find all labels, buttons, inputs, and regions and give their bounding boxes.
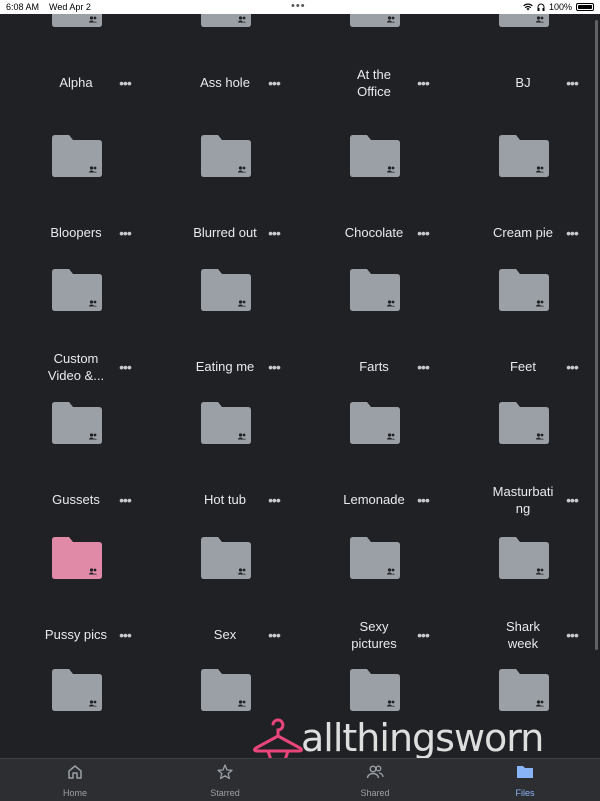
folder-item[interactable]: Lemonade ••• [298,401,447,534]
nav-starred[interactable]: Starred [185,763,265,798]
star-icon [217,764,233,780]
scrollbar[interactable] [595,20,598,650]
shared-folder-icon[interactable] [199,668,252,711]
shared-folder-icon[interactable] [50,134,103,177]
folder-item[interactable]: Hot tub ••• [149,401,298,534]
status-time: 6:08 AM [6,2,40,12]
folder-item[interactable]: Chocolate ••• [298,134,447,267]
folder-item[interactable]: Custom Video &... ••• [0,268,149,401]
folder-item[interactable]: Gussets ••• [0,401,149,534]
more-options-icon[interactable]: ••• [264,628,284,642]
folder-item[interactable]: Alpha ••• [0,0,149,117]
folder-item[interactable]: Pussy pics ••• [0,536,149,669]
more-options-icon[interactable]: ••• [413,76,433,90]
folder-item[interactable]: BJ ••• [447,0,596,117]
shared-folder-icon[interactable] [497,401,550,444]
folder-grid: Alpha ••• Ass hole ••• At the Office ••• BJ •••… [0,0,600,758]
shared-folder-icon[interactable] [199,536,252,579]
more-options-icon[interactable]: ••• [562,493,582,507]
shared-folder-icon[interactable] [199,134,252,177]
more-options-icon[interactable]: ••• [562,360,582,374]
folder-item[interactable]: Masturbati ng ••• [447,401,596,534]
folder-item[interactable]: Ass hole ••• [149,0,298,117]
nav-home-label: Home [62,788,87,798]
headphones-icon [537,3,545,11]
folder-item[interactable]: Farts ••• [298,268,447,401]
nav-files[interactable]: Files [485,763,565,798]
shared-folder-icon[interactable] [199,268,252,311]
shared-folder-icon[interactable] [348,268,401,311]
folder-item[interactable]: Sex ••• [149,536,298,669]
shared-folder-icon[interactable] [497,268,550,311]
folder-item[interactable]: At the Office ••• [298,0,447,117]
folder-item[interactable]: Sexy pictures ••• [298,536,447,669]
folder-item[interactable]: Bloopers ••• [0,134,149,267]
more-options-icon[interactable]: ••• [413,226,433,240]
folder-icon [517,766,533,778]
more-options-icon[interactable]: ••• [264,493,284,507]
shared-folder-icon[interactable] [348,134,401,177]
more-options-icon[interactable]: ••• [413,628,433,642]
shared-folder-icon[interactable] [50,668,103,711]
nav-files-label: Files [515,788,535,798]
folder-item[interactable]: Shark week ••• [447,536,596,669]
folder-item[interactable]: Stockings••• [298,668,447,758]
more-options-icon[interactable]: ••• [413,493,433,507]
shared-folder-icon[interactable] [50,536,103,579]
more-options-icon[interactable]: ••• [264,360,284,374]
status-bar: 6:08 AM Wed Apr 2 ••• 100% [0,0,600,14]
more-options-icon[interactable]: ••• [413,360,433,374]
shared-folder-icon[interactable] [348,668,401,711]
more-options-icon[interactable]: ••• [115,226,135,240]
folder-item[interactable]: Blurred out ••• [149,134,298,267]
folder-item[interactable]: Shaving••• [0,668,149,758]
nav-shared[interactable]: Shared [335,763,415,798]
nav-home[interactable]: Home [35,763,115,798]
folder-item[interactable]: Feet ••• [447,268,596,401]
multitask-dots-icon[interactable]: ••• [291,0,306,13]
folder-item[interactable]: Cream pie ••• [447,134,596,267]
shared-folder-icon[interactable] [50,401,103,444]
shared-folder-icon[interactable] [199,401,252,444]
folder-item[interactable]: Eating me ••• [149,268,298,401]
wifi-icon [523,3,533,11]
more-options-icon[interactable]: ••• [115,360,135,374]
shared-folder-icon[interactable] [497,134,550,177]
more-options-icon[interactable]: ••• [115,628,135,642]
more-options-icon[interactable]: ••• [115,493,135,507]
more-options-icon[interactable]: ••• [115,76,135,90]
more-options-icon[interactable]: ••• [264,76,284,90]
battery-percent: 100% [548,2,572,12]
home-icon [68,765,82,779]
more-options-icon[interactable]: ••• [562,226,582,240]
folder-item[interactable]: Shower••• [149,668,298,758]
shared-folder-icon[interactable] [497,668,550,711]
nav-starred-label: Starred [210,788,240,798]
nav-shared-label: Shared [360,788,390,798]
folder-item[interactable]: Tanga egg••• [447,668,596,758]
more-options-icon[interactable]: ••• [264,226,284,240]
shared-folder-icon[interactable] [348,536,401,579]
bottom-nav: Home Starred Shared Files [0,758,600,801]
status-icons: 100% [523,0,594,14]
more-options-icon[interactable]: ••• [562,76,582,90]
status-date: Wed Apr 2 [49,2,91,12]
shared-folder-icon[interactable] [50,268,103,311]
shared-folder-icon[interactable] [497,536,550,579]
shared-icon [366,765,384,779]
more-options-icon[interactable]: ••• [562,628,582,642]
shared-folder-icon[interactable] [348,401,401,444]
battery-icon [576,3,594,11]
